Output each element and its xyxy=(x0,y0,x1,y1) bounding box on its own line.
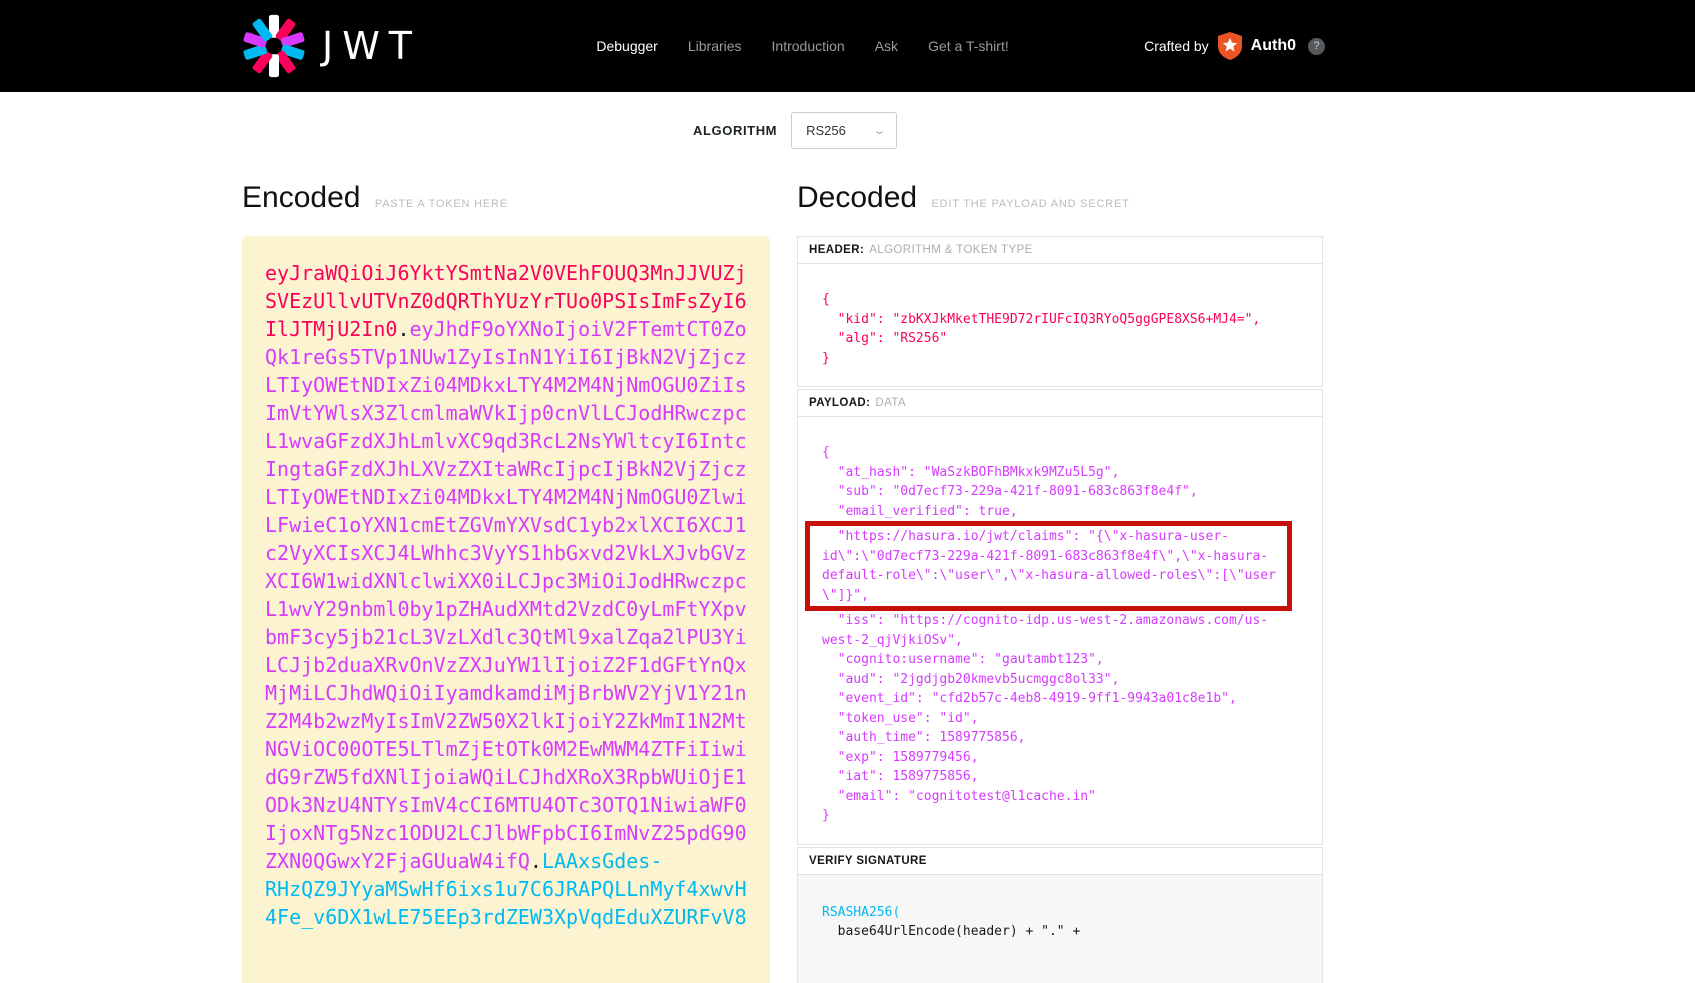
json-line: "sub": "0d7ecf73-229a-421f-8091-683c863f… xyxy=(822,482,1322,502)
json-line: "exp": 1589779456, xyxy=(822,748,1322,768)
json-line: \"]}", xyxy=(822,586,1287,606)
json-line: "iss": "https://cognito-idp.us-west-2.am… xyxy=(822,611,1322,631)
code-line: c2VyXCIsXCJ4LWhhc3VyYS1hbGxvd2VkLXJvbGVz xyxy=(265,539,770,567)
algorithm-select[interactable]: RS256 ⌄ xyxy=(791,112,897,149)
payload-json-before: { "at_hash": "WaSzkBOFhBMkxk9MZu5L5g", "… xyxy=(822,443,1322,521)
json-line: "email": "cognitotest@l1cache.in" xyxy=(822,787,1322,807)
chevron-down-icon: ⌄ xyxy=(873,124,886,137)
jwt-wordmark: JWT xyxy=(322,24,421,68)
code-line: ImVtYWlsX3ZlcmlmaWVkIjp0cnVlLCJodHRwczpc xyxy=(265,399,770,427)
code-line: RSASHA256( xyxy=(822,903,1322,923)
json-line: default-role\":\"user\",\"x-hasura-allow… xyxy=(822,566,1287,586)
code-line: XCI6W1widXNlclwiXX0iLCJpc3MiOiJodHRwczpc xyxy=(265,567,770,595)
nav-item-introduction[interactable]: Introduction xyxy=(772,38,845,54)
json-line: "https://hasura.io/jwt/claims": "{\"x-ha… xyxy=(822,527,1287,547)
json-line: "email_verified": true, xyxy=(822,502,1322,522)
crafted-by-group[interactable]: Crafted by Auth0 ? xyxy=(1144,32,1325,60)
header-section-label: HEADER: xyxy=(809,244,864,256)
header-section-sublabel: ALGORITHM & TOKEN TYPE xyxy=(869,244,1032,256)
header-section: HEADER: ALGORITHM & TOKEN TYPE { "kid": … xyxy=(797,236,1323,387)
signature-formula[interactable]: RSASHA256( base64UrlEncode(header) + "."… xyxy=(798,875,1322,983)
auth0-label: Auth0 xyxy=(1251,37,1296,55)
payload-section: PAYLOAD: DATA { "at_hash": "WaSzkBOFhBMk… xyxy=(797,389,1323,845)
header-json-editor[interactable]: { "kid": "zbKXJkMketTHE9D72rIUFcIQ3RYoQ5… xyxy=(798,264,1322,386)
jwt-logo-icon xyxy=(242,14,306,78)
json-line: "aud": "2jgdjgb20kmevb5ucmggc8ol33", xyxy=(822,670,1322,690)
code-line: Qk1reGs5TVp1NUw1ZyIsInN1YiI6IjBkN2VjZjcz xyxy=(265,343,770,371)
verify-signature-label: VERIFY SIGNATURE xyxy=(809,855,927,867)
jwt-logo[interactable]: JWT xyxy=(242,14,421,78)
top-nav-bar: JWT Debugger Libraries Introduction Ask Get … xyxy=(0,0,1695,92)
header-section-titlebar: HEADER: ALGORITHM & TOKEN TYPE xyxy=(798,237,1322,264)
decoded-title: Decoded xyxy=(797,181,917,215)
payload-section-sublabel: DATA xyxy=(875,397,906,409)
code-line: dG9rZW5fdXNlIjoiaWQiLCJhdXRoX3RpbWUiOjE1 xyxy=(265,763,770,791)
encoded-subtitle: PASTE A TOKEN HERE xyxy=(375,198,508,210)
json-line: } xyxy=(822,806,1322,826)
help-icon[interactable]: ? xyxy=(1308,38,1325,55)
algorithm-selected-value: RS256 xyxy=(806,123,846,138)
verify-signature-section: VERIFY SIGNATURE RSASHA256( base64UrlEnc… xyxy=(797,847,1323,983)
json-line: "token_use": "id", xyxy=(822,709,1322,729)
encoded-title: Encoded xyxy=(242,181,360,215)
nav-item-get-a-t-shirt-[interactable]: Get a T-shirt! xyxy=(928,38,1009,54)
code-line: ODk3NzU4NTYsImV4cCI6MTU4OTc3OTQ1NiwiaWF0 xyxy=(265,791,770,819)
crafted-by-label: Crafted by xyxy=(1144,38,1209,54)
payload-json-editor[interactable]: { "at_hash": "WaSzkBOFhBMkxk9MZu5L5g", "… xyxy=(798,417,1322,844)
json-line: "kid": "zbKXJkMketTHE9D72rIUFcIQ3RYoQ5gg… xyxy=(822,310,1322,330)
json-line: "at_hash": "WaSzkBOFhBMkxk9MZu5L5g", xyxy=(822,463,1322,483)
code-line: NGViOC00OTE5LTlmZjEtOTk0M2EwMWM4ZTFiIiwi xyxy=(265,735,770,763)
json-line: "cognito:username": "gautambt123", xyxy=(822,650,1322,670)
code-line: IlJTMjU2In0.eyJhdF9oYXNoIjoiV2FTemtCT0Zo xyxy=(265,315,770,343)
nav-item-libraries[interactable]: Libraries xyxy=(688,38,742,54)
auth0-logo-icon xyxy=(1217,32,1243,60)
code-line: RHzQZ9JYyaMSwHf6ixs1u7C6JRAPQLLnMyf4xwvH xyxy=(265,875,770,903)
decoded-subtitle: EDIT THE PAYLOAD AND SECRET xyxy=(932,198,1130,210)
code-line: MjMiLCJhdWQiOiIyamdkamdiMjBrbWV2YjV1Y21n xyxy=(265,679,770,707)
json-line: "event_id": "cfd2b57c-4eb8-4919-9ff1-994… xyxy=(822,689,1322,709)
code-line: LCJjb2duaXRvOnVzZXJuYW1lIjoiZ2F1dGFtYnQx xyxy=(265,651,770,679)
json-line: id\":\"0d7ecf73-229a-421f-8091-683c863f8… xyxy=(822,547,1287,567)
json-line: west-2_qjVjkiOSv", xyxy=(822,631,1322,651)
code-line: eyJraWQiOiJ6YktYSmtNa2V0VEhFOUQ3MnJJVUZj xyxy=(265,259,770,287)
encoded-token-editor[interactable]: eyJraWQiOiJ6YktYSmtNa2V0VEhFOUQ3MnJJVUZj… xyxy=(242,236,770,983)
json-line: "alg": "RS256" xyxy=(822,329,1322,349)
json-line: "iat": 1589775856, xyxy=(822,767,1322,787)
code-line: LFwieC1oYXN1cmEtZGVmYXVsdC1yb2xlXCI6XCJ1 xyxy=(265,511,770,539)
nav-item-debugger[interactable]: Debugger xyxy=(596,38,658,54)
code-line: base64UrlEncode(header) + "." + xyxy=(822,922,1322,942)
code-line: SVEzUllvUTVnZ0dQRThYUzYrTUo0PSIsImFsZyI6 xyxy=(265,287,770,315)
main-nav: Debugger Libraries Introduction Ask Get a T-… xyxy=(556,38,1008,54)
json-line: } xyxy=(822,349,1322,369)
payload-json-after: "iss": "https://cognito-idp.us-west-2.am… xyxy=(822,611,1322,826)
json-line: { xyxy=(822,443,1322,463)
json-line: { xyxy=(822,290,1322,310)
algorithm-row: ALGORITHM RS256 ⌄ xyxy=(693,112,1695,149)
hasura-claims-highlight: "https://hasura.io/jwt/claims": "{\"x-ha… xyxy=(805,521,1292,611)
code-line: L1wvY29nbml0by1pZHAudXMtd2VzdC0yLmFtYXpv xyxy=(265,595,770,623)
verify-signature-titlebar: VERIFY SIGNATURE xyxy=(798,848,1322,875)
code-line: bmF3cy5jb21cL3VzLXdlc3QtMl9xalZqa2lPU3Yi xyxy=(265,623,770,651)
code-line: LTIyOWEtNDIxZi04MDkxLTY4M2M4NjNmOGU0Zlwi xyxy=(265,483,770,511)
code-line: IjoxNTg5Nzc1ODU2LCJlbWFpbCI6ImNvZ25pdG90 xyxy=(265,819,770,847)
json-line: "auth_time": 1589775856, xyxy=(822,728,1322,748)
payload-section-label: PAYLOAD: xyxy=(809,397,870,409)
code-line: IngtaGFzdXJhLXVzZXItaWRcIjpcIjBkN2VjZjcz xyxy=(265,455,770,483)
algorithm-label: ALGORITHM xyxy=(693,123,777,138)
code-line: ZXN0QGwxY2FjaGUuaW4ifQ.LAAxsGdes- xyxy=(265,847,770,875)
code-line: Z2M4b2wzMyIsImV2ZW50X2lkIjoiY2ZkMmI1N2Mt xyxy=(265,707,770,735)
nav-item-ask[interactable]: Ask xyxy=(875,38,898,54)
code-line: LTIyOWEtNDIxZi04MDkxLTY4M2M4NjNmOGU0ZiIs xyxy=(265,371,770,399)
code-line: 4Fe_v6DX1wLE75EEp3rdZEW3XpVqdEduXZURFvV8 xyxy=(265,903,770,931)
code-line: L1wvaGFzdXJhLmlvXC9qd3RcL2NsYWltcyI6Intc xyxy=(265,427,770,455)
payload-section-titlebar: PAYLOAD: DATA xyxy=(798,390,1322,417)
